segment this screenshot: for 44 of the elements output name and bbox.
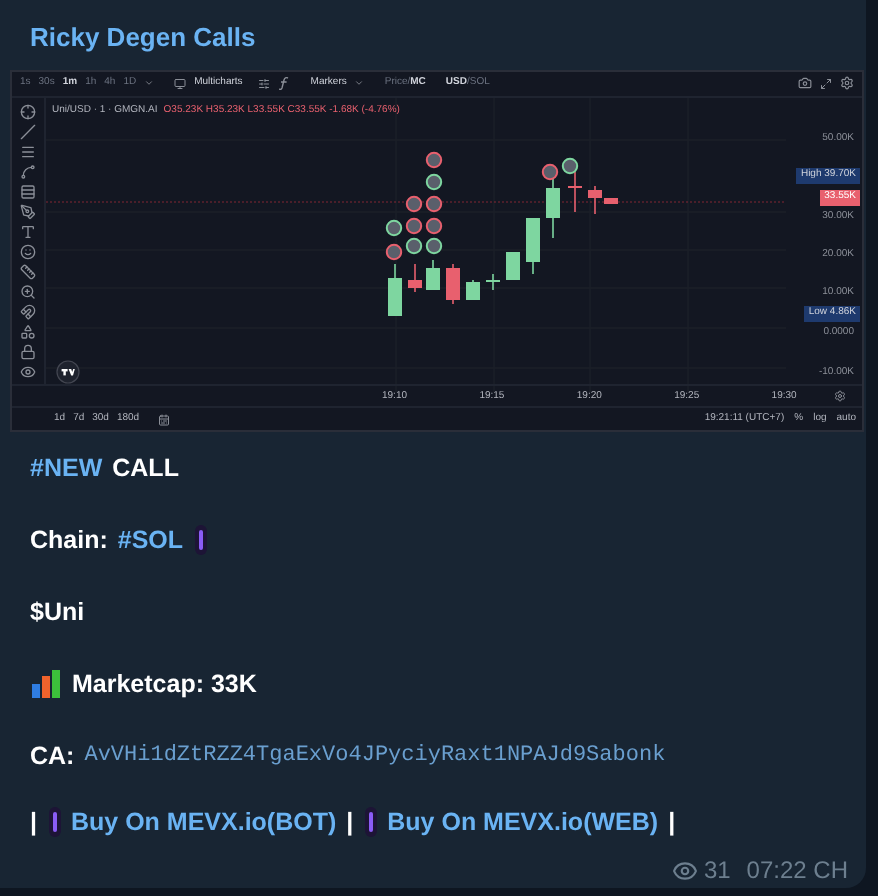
- message-text: $Uni: [30, 595, 85, 630]
- settings-icon[interactable]: [834, 390, 846, 403]
- function-icon[interactable]: [278, 76, 291, 91]
- calendar-icon[interactable]: [157, 413, 170, 426]
- magnet-icon[interactable]: [20, 303, 36, 320]
- buy-link[interactable]: Buy On MEVX.io(WEB): [387, 803, 659, 841]
- zoom-in-icon[interactable]: [20, 283, 36, 300]
- pill-emoji-icon: [363, 806, 378, 838]
- line-icon[interactable]: [20, 123, 36, 140]
- message-time: 07:22 CH: [746, 854, 848, 888]
- lines-icon[interactable]: [20, 143, 36, 160]
- hashtag-link[interactable]: #SOL: [117, 521, 184, 559]
- separator-text: |: [30, 805, 37, 840]
- bar-chart-emoji-icon: [30, 670, 62, 698]
- pill-emoji-icon: [47, 806, 61, 838]
- view-count: 31: [703, 854, 731, 888]
- message-text: CA:: [30, 739, 75, 774]
- monitor-icon[interactable]: [174, 77, 187, 90]
- message-text: Chain:: [30, 523, 108, 558]
- message-text: CALL: [112, 451, 179, 486]
- lock-icon[interactable]: [20, 343, 36, 360]
- caret-icon[interactable]: [144, 78, 155, 89]
- sliders-icon[interactable]: [258, 77, 271, 90]
- separator-text: |: [346, 805, 354, 840]
- shapes-icon[interactable]: [20, 323, 36, 340]
- crosshair-icon[interactable]: [20, 103, 36, 120]
- smiley-icon[interactable]: [20, 243, 36, 260]
- curve-icon[interactable]: [20, 163, 36, 180]
- message-text: Marketcap: 33K: [72, 667, 257, 702]
- buy-link[interactable]: Buy On MEVX.io(BOT): [71, 803, 337, 841]
- pill-emoji-icon: [193, 524, 208, 556]
- hashtag-link[interactable]: #NEW: [30, 449, 103, 487]
- separator-text: |: [668, 805, 676, 840]
- pen-icon[interactable]: [20, 203, 36, 220]
- caret-icon[interactable]: [354, 78, 365, 89]
- text-tool-icon[interactable]: [20, 223, 36, 240]
- camera-icon[interactable]: [798, 76, 812, 91]
- channel-title[interactable]: Ricky Degen Calls: [30, 17, 256, 57]
- views-icon: [671, 857, 698, 883]
- eye-icon[interactable]: [20, 363, 36, 380]
- settings-icon[interactable]: [840, 76, 854, 91]
- contract-address[interactable]: AvVHi1dZtRZZ4TgaExVo4JPyciyRaxt1NPAJd9Sabonk: [84, 739, 666, 773]
- rows-icon[interactable]: [20, 183, 36, 200]
- ruler-icon[interactable]: [20, 263, 36, 280]
